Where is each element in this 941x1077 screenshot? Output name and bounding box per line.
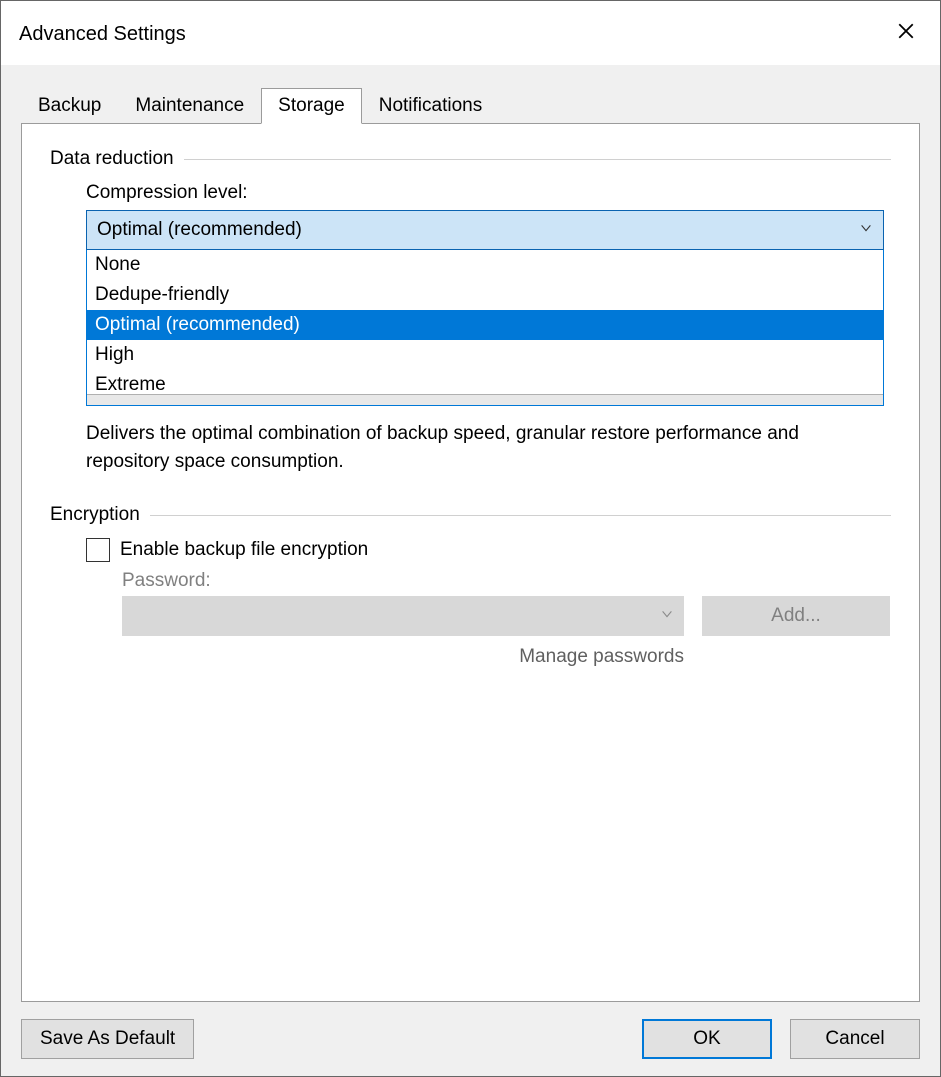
tab-page-storage: Data reduction Compression level: Optima…	[21, 123, 920, 1002]
tab-notifications[interactable]: Notifications	[362, 88, 500, 123]
compression-level-label: Compression level:	[86, 182, 891, 204]
tab-backup[interactable]: Backup	[21, 88, 118, 123]
save-as-default-button[interactable]: Save As Default	[21, 1019, 194, 1059]
compression-description: Delivers the optimal combination of back…	[86, 420, 846, 476]
group-data-reduction: Data reduction	[50, 148, 891, 170]
compression-level-field: Optimal (recommended) None Dedupe-friend…	[86, 210, 891, 406]
group-divider	[150, 515, 891, 516]
add-password-button: Add...	[702, 596, 890, 636]
tab-storage[interactable]: Storage	[261, 88, 362, 124]
manage-passwords-link[interactable]: Manage passwords	[122, 646, 684, 668]
option-optimal[interactable]: Optimal (recommended)	[87, 310, 883, 340]
group-label: Encryption	[50, 504, 150, 526]
password-combobox	[122, 596, 684, 636]
chevron-down-icon	[660, 605, 674, 627]
cancel-button[interactable]: Cancel	[790, 1019, 920, 1059]
tab-strip: Backup Maintenance Storage Notifications	[21, 85, 920, 123]
client-area: Backup Maintenance Storage Notifications…	[1, 65, 940, 1076]
group-label: Data reduction	[50, 148, 184, 170]
password-section: Password: Add... Manage passwords	[122, 570, 891, 668]
dialog-window: Advanced Settings Backup Maintenance Sto…	[0, 0, 941, 1077]
group-divider	[184, 159, 891, 160]
option-extreme[interactable]: Extreme	[87, 370, 883, 394]
encryption-section: Encryption Enable backup file encryption…	[50, 504, 891, 668]
option-dedupe-friendly[interactable]: Dedupe-friendly	[87, 280, 883, 310]
right-button-group: OK Cancel	[642, 1019, 920, 1059]
compression-level-combobox[interactable]: Optimal (recommended)	[86, 210, 884, 250]
dropdown-list: None Dedupe-friendly Optimal (recommende…	[87, 250, 883, 394]
password-row: Add...	[122, 596, 891, 636]
option-none[interactable]: None	[87, 250, 883, 280]
ok-button[interactable]: OK	[642, 1019, 772, 1059]
option-high[interactable]: High	[87, 340, 883, 370]
enable-encryption-checkbox[interactable]	[86, 538, 110, 562]
compression-selected-text: Optimal (recommended)	[97, 219, 302, 241]
enable-encryption-label: Enable backup file encryption	[120, 539, 368, 561]
window-title: Advanced Settings	[19, 23, 186, 46]
enable-encryption-row: Enable backup file encryption	[86, 538, 891, 562]
chevron-down-icon	[859, 219, 873, 241]
group-encryption: Encryption	[50, 504, 891, 526]
title-bar: Advanced Settings	[1, 1, 940, 65]
password-label: Password:	[122, 570, 891, 592]
dialog-footer: Save As Default OK Cancel	[21, 1016, 920, 1062]
dropdown-footer-strip	[87, 394, 883, 405]
compression-dropdown: None Dedupe-friendly Optimal (recommende…	[86, 250, 884, 406]
close-icon	[897, 22, 915, 46]
close-button[interactable]	[886, 14, 926, 54]
tab-maintenance[interactable]: Maintenance	[118, 88, 261, 123]
